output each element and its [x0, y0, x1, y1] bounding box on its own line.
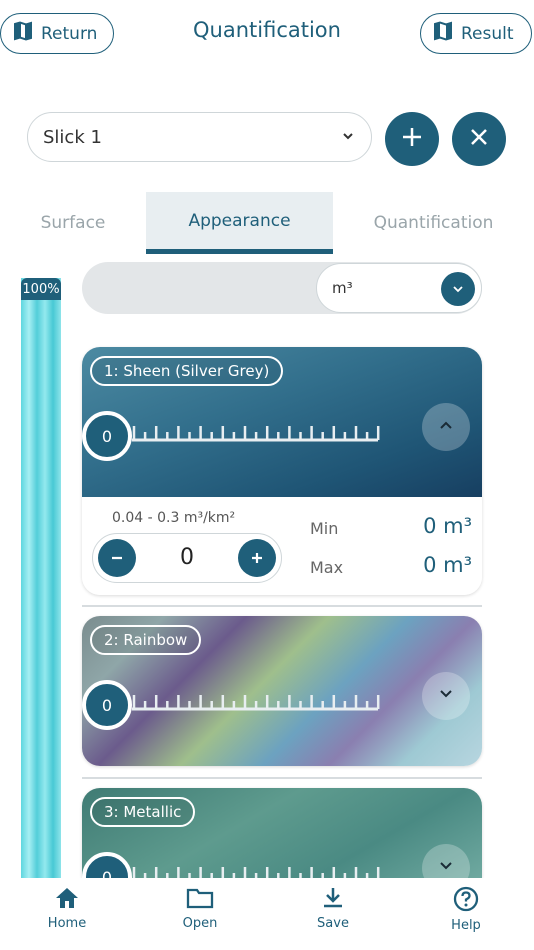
- quantity-stepper: 0: [92, 533, 282, 583]
- slick-select-value: Slick 1: [43, 126, 102, 148]
- divider: [82, 777, 482, 779]
- increment-button[interactable]: [238, 539, 276, 577]
- close-icon: [468, 126, 490, 152]
- appearance-card-sheen: 1: Sheen (Silver Grey) 0 0.04 - 0.3 m³/k…: [82, 347, 482, 595]
- card-tag: 3: Metallic: [90, 797, 196, 827]
- max-label: Max: [310, 558, 344, 577]
- level-bar: [21, 278, 61, 878]
- home-icon: [56, 888, 78, 908]
- download-icon: [324, 888, 342, 908]
- nav-home[interactable]: Home: [22, 886, 112, 931]
- plus-icon: [401, 126, 423, 152]
- tab-appearance[interactable]: Appearance: [146, 192, 333, 254]
- range-label: 0.04 - 0.3 m³/km²: [112, 510, 236, 526]
- plus-icon: [250, 546, 264, 571]
- divider: [82, 605, 482, 607]
- chevron-down-icon: [438, 686, 454, 706]
- card-tag: 1: Sheen (Silver Grey): [90, 356, 284, 386]
- tab-quantification[interactable]: Quantification: [333, 192, 534, 254]
- minus-icon: [110, 546, 124, 571]
- scale-ruler[interactable]: [122, 692, 422, 714]
- nav-label: Save: [317, 916, 349, 931]
- result-button[interactable]: Result: [420, 13, 532, 54]
- tab-bar: Surface Appearance Quantification: [0, 192, 534, 254]
- scale-ruler[interactable]: [122, 864, 422, 878]
- level-bar-label: 100%: [21, 278, 61, 300]
- card-details: 0.04 - 0.3 m³/km² 0 Min 0 m³ Max 0 m³: [82, 497, 482, 595]
- decrement-button[interactable]: [98, 539, 136, 577]
- chevron-up-icon: [438, 417, 454, 437]
- nav-label: Help: [451, 918, 481, 933]
- help-icon: [453, 886, 479, 912]
- min-value: 0 m³: [423, 514, 472, 538]
- card-tag: 2: Rainbow: [90, 625, 202, 655]
- unit-select-value: m³: [332, 279, 353, 297]
- add-slick-button[interactable]: [385, 112, 439, 166]
- expand-button[interactable]: [422, 672, 470, 720]
- chevron-down-icon: [441, 272, 475, 306]
- min-label: Min: [310, 519, 339, 538]
- collapse-button[interactable]: [422, 403, 470, 451]
- folder-icon: [186, 888, 214, 909]
- stepper-value[interactable]: 0: [133, 545, 241, 570]
- nav-help[interactable]: Help: [421, 886, 511, 933]
- header: Return Quantification Result: [0, 0, 534, 70]
- chevron-down-icon: [438, 858, 454, 878]
- nav-open[interactable]: Open: [155, 886, 245, 931]
- nav-label: Home: [47, 916, 87, 931]
- chevron-down-icon: [341, 127, 355, 148]
- appearance-card-rainbow[interactable]: 2: Rainbow 0: [82, 616, 482, 766]
- bottom-nav: Home Open Save Help: [0, 878, 534, 950]
- max-value: 0 m³: [423, 553, 472, 577]
- scale-ruler[interactable]: [122, 423, 422, 445]
- tab-surface[interactable]: Surface: [0, 192, 146, 254]
- map-icon: [433, 21, 453, 46]
- result-label: Result: [461, 23, 514, 44]
- slider-knob[interactable]: 0: [82, 411, 132, 461]
- delete-slick-button[interactable]: [452, 112, 506, 166]
- nav-save[interactable]: Save: [288, 886, 378, 931]
- appearance-card-metallic[interactable]: 3: Metallic 0: [82, 788, 482, 878]
- unit-select[interactable]: m³: [316, 263, 482, 313]
- nav-label: Open: [182, 916, 218, 931]
- slider-knob[interactable]: 0: [82, 680, 132, 730]
- slick-select[interactable]: Slick 1: [27, 112, 372, 162]
